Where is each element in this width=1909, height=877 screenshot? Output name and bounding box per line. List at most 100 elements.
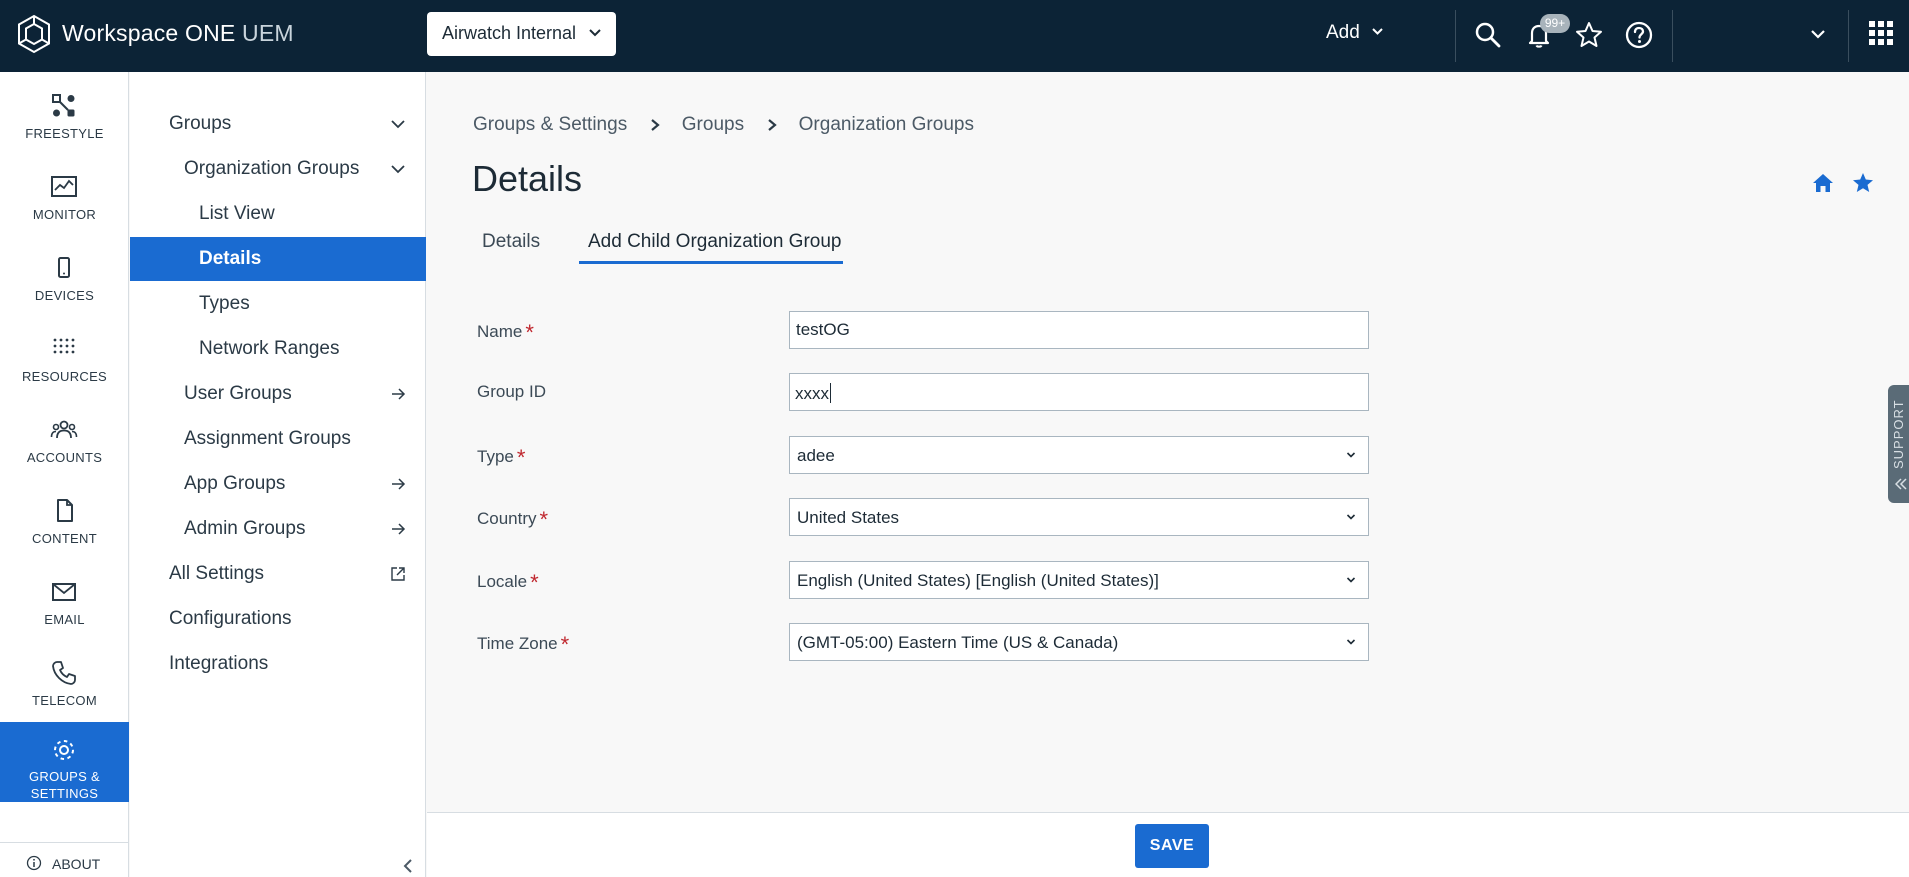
subnav-item-groups[interactable]: Groups [130, 102, 426, 146]
subnav-item-label: Groups [169, 113, 232, 134]
settings-gear-icon [54, 740, 74, 760]
chevron-down-icon [391, 120, 405, 129]
name-label: Name * [477, 320, 534, 345]
accounts-users-icon [50, 420, 78, 439]
chevron-down-icon [1346, 514, 1356, 520]
breadcrumb-organization-groups[interactable]: Organization Groups [799, 114, 974, 136]
brand-title: Workspace ONE UEM [62, 20, 294, 47]
required-asterisk: * [530, 570, 539, 595]
rail-item-telecom[interactable]: TELECOM [0, 645, 129, 725]
time-zone-select[interactable]: (GMT-05:00) Eastern Time (US & Canada) [789, 623, 1369, 661]
rail-item-groups-settings[interactable]: GROUPS & SETTINGS [0, 722, 129, 802]
user-menu-chevron-down-icon[interactable] [1808, 24, 1828, 44]
form-row-type: Type * adee [477, 436, 1377, 476]
subnav-item-configurations[interactable]: Configurations [130, 597, 426, 641]
required-asterisk: * [539, 507, 549, 532]
tab-add-child-organization-group[interactable]: Add Child Organization Group [579, 220, 843, 264]
subnav-item-label: List View [199, 203, 275, 224]
subnav-item-types[interactable]: Types [130, 282, 426, 326]
rail-item-resources[interactable]: RESOURCES [0, 321, 129, 401]
tab-details[interactable]: Details [482, 220, 542, 264]
subnav-item-user-groups[interactable]: User Groups [130, 372, 426, 416]
favorites-star-icon[interactable] [1574, 20, 1604, 50]
organization-group-selector[interactable]: Airwatch Internal [427, 12, 616, 56]
add-menu-label: Add [1326, 22, 1360, 43]
subnav-item-label: Configurations [169, 608, 292, 629]
rail-label-line2: SETTINGS [30, 786, 99, 801]
page-title: Details [472, 158, 583, 199]
collapse-panel-chevron-left-icon[interactable] [398, 856, 418, 876]
resources-dots-icon [53, 338, 75, 354]
rail-item-label: EMAIL [44, 612, 85, 627]
rail-item-label: CONTENT [32, 531, 97, 546]
toolbar-divider [1455, 10, 1456, 62]
subnav-item-app-groups[interactable]: App Groups [130, 462, 426, 506]
subnav-item-organization-groups[interactable]: Organization Groups [130, 147, 426, 191]
name-field[interactable] [789, 311, 1369, 349]
chevron-down-icon [589, 29, 601, 37]
time-zone-select-value: (GMT-05:00) Eastern Time (US & Canada) [797, 633, 1119, 652]
subnav-item-label: App Groups [184, 473, 286, 494]
home-icon[interactable] [1812, 172, 1834, 194]
subnav-item-network-ranges[interactable]: Network Ranges [130, 327, 426, 371]
help-icon[interactable] [1624, 20, 1654, 50]
subnav-item-label: All Settings [169, 563, 265, 584]
subnav-item-integrations[interactable]: Integrations [130, 642, 426, 686]
organization-group-label: Airwatch Internal [442, 23, 577, 43]
rail-item-label: DEVICES [34, 288, 95, 303]
rail-item-content[interactable]: CONTENT [0, 483, 129, 563]
rail-item-label: RESOURCES [21, 369, 108, 384]
rail-item-label: TELECOM [32, 693, 97, 708]
telecom-phone-icon [52, 661, 76, 685]
toolbar-divider [1848, 10, 1849, 62]
arrow-right-icon [392, 478, 406, 490]
subnav-item-list-view[interactable]: List View [130, 192, 426, 236]
subnav-item-details[interactable]: Details [130, 237, 426, 281]
mobile-device-icon [58, 257, 70, 278]
rail-item-monitor[interactable]: MONITOR [0, 159, 129, 239]
group-id-field[interactable]: xxxx [789, 373, 1369, 411]
search-icon[interactable] [1473, 20, 1503, 50]
subnav-item-label: Types [199, 293, 250, 314]
form-row-name: Name * [477, 311, 1377, 351]
rail-item-label: ACCOUNTS [26, 450, 103, 465]
workspace-one-logo-icon[interactable] [16, 14, 52, 54]
subnav-item-assignment-groups[interactable]: Assignment Groups [130, 417, 426, 461]
secondary-navigation: Groups Organization Groups List View Det… [130, 72, 426, 877]
rail-item-devices[interactable]: DEVICES [0, 240, 129, 320]
support-side-tab[interactable]: SUPPORT [1888, 385, 1909, 503]
rail-item-label: FREESTYLE [25, 126, 104, 141]
form-row-time-zone: Time Zone * (GMT-05:00) Eastern Time (US … [477, 623, 1377, 663]
chevron-right-icon [651, 119, 661, 131]
add-menu-button[interactable]: Add [1326, 22, 1384, 44]
locale-select[interactable]: English (United States) [English (United… [789, 561, 1369, 599]
rail-item-email[interactable]: EMAIL [0, 564, 129, 644]
rail-item-freestyle[interactable]: FREESTYLE [0, 78, 129, 158]
save-button[interactable]: SAVE [1135, 824, 1209, 868]
primary-navigation-rail: FREESTYLE MONITOR DEVICES RESOURCES ACCO… [0, 72, 129, 877]
chevron-down-icon [1346, 639, 1356, 645]
subnav-item-label: Organization Groups [184, 158, 360, 179]
country-select-value: United States [797, 508, 900, 527]
about-label: ABOUT [52, 856, 101, 872]
favorite-star-icon[interactable] [1852, 172, 1874, 194]
group-id-label: Group ID [477, 382, 546, 401]
rail-item-accounts[interactable]: ACCOUNTS [0, 402, 129, 482]
subnav-item-admin-groups[interactable]: Admin Groups [130, 507, 426, 551]
support-label: SUPPORT [1891, 399, 1906, 469]
subnav-item-all-settings[interactable]: All Settings [130, 552, 426, 596]
country-label: Country * [477, 507, 549, 532]
type-select-value: adee [797, 446, 835, 465]
breadcrumb-groups[interactable]: Groups [682, 114, 744, 136]
breadcrumb: Groups & Settings Groups Organization Gr… [473, 114, 974, 136]
time-zone-label: Time Zone * [477, 632, 570, 657]
subnav-item-label: Details [199, 248, 262, 269]
type-label: Type * [477, 445, 526, 470]
form-footer: SAVE [427, 812, 1909, 877]
app-launcher-grid-icon[interactable] [1868, 20, 1894, 46]
breadcrumb-groups-settings[interactable]: Groups & Settings [473, 114, 627, 136]
country-select[interactable]: United States [789, 498, 1369, 536]
type-select[interactable]: adee [789, 436, 1369, 474]
toolbar-divider [1672, 10, 1673, 62]
about-button[interactable]: ABOUT [0, 842, 129, 877]
